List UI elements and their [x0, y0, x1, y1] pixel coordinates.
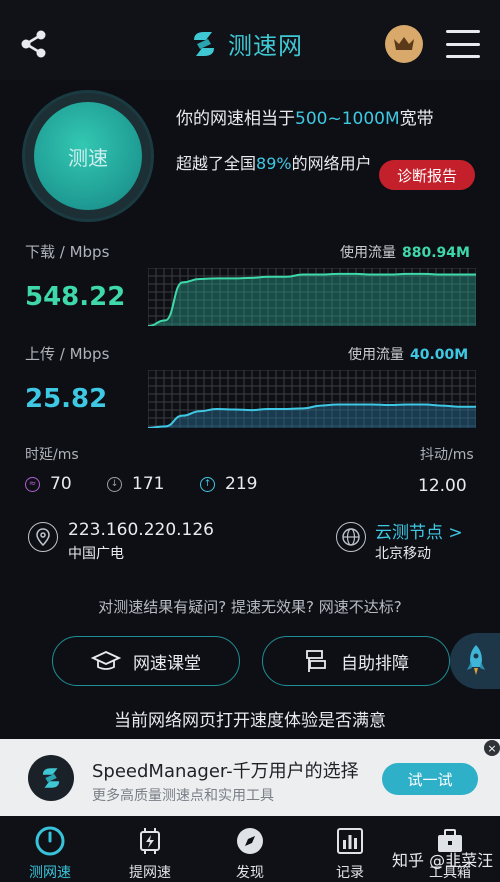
download-usage-label: 使用流量	[340, 245, 396, 261]
tab-label: 提网速	[129, 865, 171, 881]
rocket-boost-button[interactable]	[450, 633, 500, 689]
menu-bar	[446, 42, 480, 46]
upload-latency-value: 219	[225, 474, 258, 494]
menu-bar	[446, 55, 480, 58]
ad-title: SpeedManager-千万用户的选择	[92, 761, 359, 782]
tab-label: 测网速	[29, 865, 71, 881]
speed-test-circle[interactable]: 测速	[22, 90, 154, 222]
self-troubleshoot-label: 自助排障	[341, 653, 409, 674]
ad-banner[interactable]: SpeedManager-千万用户的选择 更多高质量测速点和实用工具 试一试 ×	[0, 739, 500, 816]
isp-name: 中国广电	[68, 546, 124, 562]
upload-latency: ↑ 219	[200, 474, 257, 494]
download-usage: 使用流量 880.94M	[340, 242, 470, 262]
vip-crown-button[interactable]	[385, 25, 423, 63]
records-icon	[333, 824, 367, 858]
jitter-label: 抖动/ms	[420, 447, 474, 463]
chip-icon	[133, 824, 167, 858]
speed-test-button[interactable]: 测速	[34, 102, 142, 210]
tab-boost[interactable]: 提网速	[100, 816, 200, 882]
satisfaction-prompt: 当前网络网页打开速度体验是否满意	[114, 711, 386, 731]
watermark: 知乎 @韭菜汪	[392, 851, 494, 870]
beat-summary: 超越了全国89%的网络用户	[176, 150, 376, 178]
speedometer-icon	[33, 824, 67, 858]
ping-value: 70	[50, 474, 72, 494]
latency-label: 时延/ms	[25, 447, 79, 463]
bandwidth-prefix: 你的网速相当于	[176, 109, 295, 129]
tab-label: 发现	[236, 865, 264, 881]
tab-records[interactable]: 记录	[300, 816, 400, 882]
beat-prefix: 超越了全国	[176, 154, 257, 173]
compass-icon	[233, 824, 267, 858]
speed-course-label: 网速课堂	[133, 653, 201, 674]
menu-bar	[446, 30, 480, 33]
menu-button[interactable]	[446, 30, 480, 58]
share-icon[interactable]	[18, 28, 50, 60]
app-logo: 测速网	[188, 26, 303, 61]
speedmanager-logo-icon	[28, 755, 74, 801]
rocket-icon	[467, 645, 485, 675]
download-chart	[148, 268, 476, 326]
help-question: 对测速结果有疑问? 提速无效果? 网速不达标?	[98, 598, 402, 616]
bandwidth-suffix: 宽带	[399, 109, 434, 129]
ad-subtitle: 更多高质量测速点和实用工具	[92, 788, 274, 804]
signpost-icon	[306, 650, 326, 672]
upload-latency-icon: ↑	[200, 476, 215, 492]
ad-close-icon[interactable]: ×	[484, 740, 500, 756]
ad-try-button[interactable]: 试一试	[382, 763, 478, 795]
upload-label: 上传 / Mbps	[25, 345, 110, 363]
beat-suffix: 的网络用户	[291, 154, 372, 173]
location-pin-icon	[28, 522, 58, 552]
bottom-tab-bar: 测网速 提网速 发现 记录 工具箱 知乎 @韭菜汪	[0, 816, 500, 882]
upload-chart	[148, 370, 476, 428]
download-label: 下载 / Mbps	[25, 243, 110, 261]
download-chart-area	[148, 273, 476, 326]
graduation-cap-icon	[91, 651, 121, 670]
node-location: 北京移动	[375, 546, 431, 562]
tab-label: 记录	[336, 865, 364, 881]
cloud-node-link[interactable]: 云测节点 >	[375, 518, 463, 543]
globe-icon	[336, 522, 366, 552]
tab-speed-test[interactable]: 测网速	[0, 816, 100, 882]
download-latency-icon: ↓	[107, 476, 122, 492]
jitter-value: 12.00	[418, 476, 467, 496]
upload-usage-value: 40.00M	[410, 347, 469, 363]
logo-icon	[194, 31, 214, 56]
download-latency-value: 171	[132, 474, 165, 494]
download-latency: ↓ 171	[107, 474, 164, 494]
bandwidth-summary: 你的网速相当于500~1000M宽带	[176, 104, 434, 129]
self-troubleshoot-button[interactable]: 自助排障	[262, 636, 450, 686]
app-header: 测速网	[0, 0, 500, 80]
download-usage-value: 880.94M	[402, 245, 470, 261]
speed-test-label: 测速	[68, 145, 108, 170]
upload-speed: 25.82	[25, 384, 108, 414]
ping-latency: ≈ 70	[25, 474, 72, 494]
download-speed: 548.22	[25, 282, 126, 312]
upload-usage: 使用流量 40.00M	[348, 344, 468, 364]
diagnostic-report-button[interactable]: 诊断报告	[379, 160, 475, 190]
upload-usage-label: 使用流量	[348, 347, 404, 363]
crown-icon	[394, 37, 414, 50]
beat-value: 89%	[256, 154, 292, 173]
ip-address: 223.160.220.126	[68, 520, 215, 540]
bandwidth-value: 500~1000M	[295, 109, 400, 129]
app-title: 测速网	[228, 32, 303, 60]
tab-discover[interactable]: 发现	[200, 816, 300, 882]
ping-icon: ≈	[25, 476, 40, 492]
speed-course-button[interactable]: 网速课堂	[52, 636, 240, 686]
